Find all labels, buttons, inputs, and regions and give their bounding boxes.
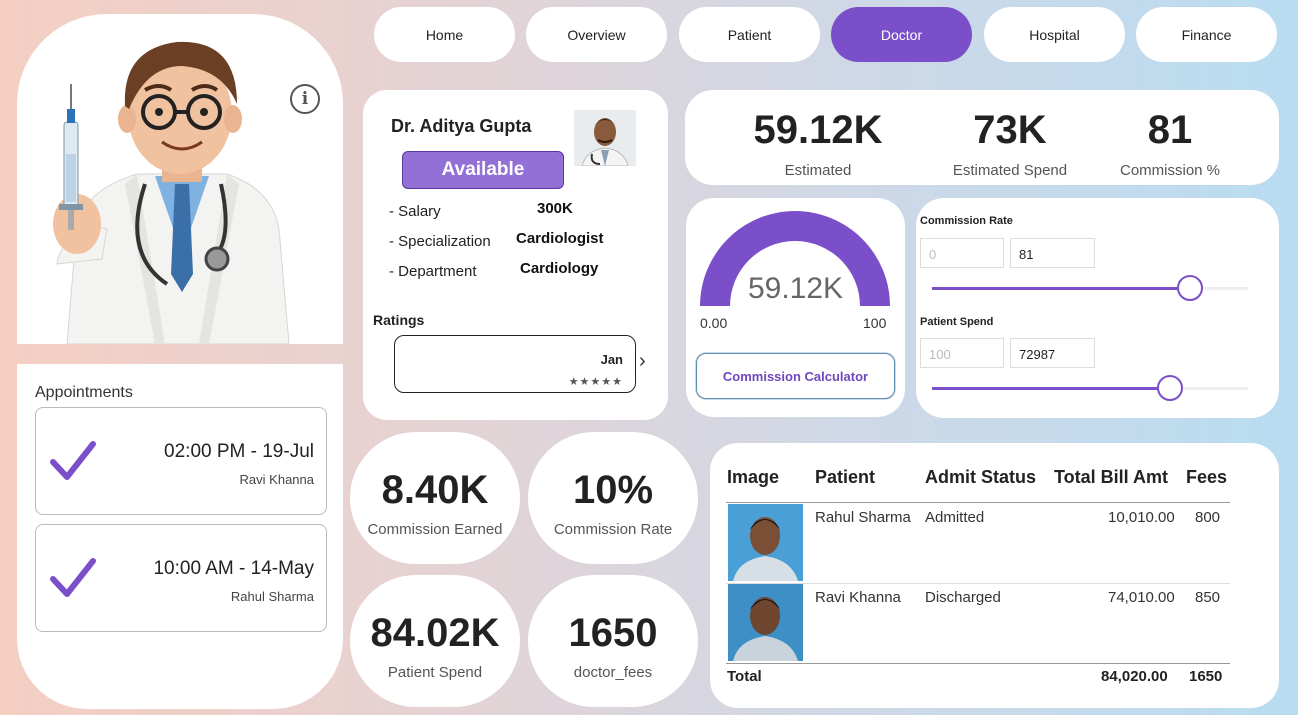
commission-calculator-button[interactable]: Commission Calculator — [696, 353, 895, 399]
gauge-value: 59.12K — [747, 272, 844, 305]
doctor-name: Dr. Aditya Gupta — [391, 116, 532, 136]
ratings-card: Jan ★★★★★ — [394, 335, 636, 393]
commission-rate-slider-fill — [932, 287, 1190, 290]
nav-home[interactable]: Home — [374, 7, 515, 62]
admit-status: Discharged — [925, 589, 1001, 606]
patient-photo — [728, 584, 803, 661]
column-header-patient[interactable]: Patient — [815, 467, 875, 488]
appointment-time: 02:00 PM - 19-Jul — [164, 441, 314, 462]
column-header-image[interactable]: Image — [727, 467, 779, 488]
department-label: - Department — [389, 263, 477, 280]
commission-percent-value: 81 — [1147, 108, 1193, 152]
total-label: Total — [727, 668, 762, 685]
doctor-photo — [574, 110, 636, 166]
total-fees-sum: 1650 — [1189, 668, 1223, 685]
nav-overview[interactable]: Overview — [526, 7, 667, 62]
patient-name: Rahul Sharma — [815, 509, 911, 526]
commission-gauge-card: 59.12K 0.00 100 Commission Calculator — [686, 198, 905, 417]
kpi-summary-card: 59.12K Estimated 73K Estimated Spend 81 … — [685, 90, 1279, 185]
commission-rate-title: Commission Rate — [920, 215, 1013, 227]
appointment-patient: Ravi Khanna — [239, 472, 314, 487]
patient-spend-value-field[interactable]: 72987 — [1010, 338, 1095, 368]
commission-percent-label: Commission % — [1119, 162, 1221, 179]
availability-button[interactable]: Available — [402, 151, 564, 189]
appointments-title: Appointments — [35, 384, 133, 401]
doctor-fees-kpi: 1650 doctor_fees — [528, 575, 698, 707]
total-bill: 74,010.00 — [1108, 589, 1175, 606]
commission-rate-value-field[interactable]: 81 — [1010, 238, 1095, 268]
estimated-label: Estimated — [784, 162, 852, 179]
doctor-illustration — [53, 41, 290, 344]
nav-finance[interactable]: Finance — [1136, 7, 1277, 62]
nav-patient[interactable]: Patient — [679, 7, 820, 62]
specialization-value: Cardiologist — [516, 230, 604, 247]
estimated-value: 59.12K — [753, 108, 883, 152]
ratings-label: Ratings — [373, 312, 425, 328]
commission-rate-value: 10% — [572, 468, 654, 512]
doctor-fees-label: doctor_fees — [573, 664, 653, 681]
appointment-patient: Rahul Sharma — [230, 589, 314, 604]
patient-spend-slider-handle[interactable] — [1157, 375, 1183, 401]
gauge-max: 100 — [863, 315, 887, 331]
total-bill-sum: 84,020.00 — [1101, 668, 1168, 685]
fees: 800 — [1195, 509, 1221, 526]
column-header-total-bill[interactable]: Total Bill Amt — [1054, 467, 1168, 488]
parameters-card: Commission Rate 0 81 Patient Spend 100 7… — [916, 198, 1279, 418]
column-header-fees[interactable]: Fees — [1186, 467, 1227, 488]
column-header-admit-status[interactable]: Admit Status — [925, 467, 1036, 488]
commission-rate-slider-handle[interactable] — [1177, 275, 1203, 301]
patient-spend-slider-fill — [932, 387, 1170, 390]
total-bill: 10,010.00 — [1108, 509, 1175, 526]
specialization-label: - Specialization — [389, 233, 491, 250]
commission-rate-kpi: 10% Commission Rate — [528, 432, 698, 564]
patient-spend-min-field[interactable]: 100 — [920, 338, 1004, 368]
nav-doctor[interactable]: Doctor — [831, 7, 972, 62]
patient-spend-value: 84.02K — [370, 611, 500, 655]
appointments-card: Appointments 02:00 PM - 19-Jul Ravi Khan… — [17, 364, 343, 709]
commission-rate-min-field[interactable]: 0 — [920, 238, 1004, 268]
header-divider — [726, 502, 1230, 503]
ratings-month: Jan — [600, 352, 623, 367]
patient-photo — [728, 504, 803, 581]
department-value: Cardiology — [520, 260, 599, 277]
patient-table-card: Image Patient Admit Status Total Bill Am… — [710, 443, 1279, 708]
commission-earned-kpi: 8.40K Commission Earned — [350, 432, 520, 564]
fees: 850 — [1195, 589, 1221, 606]
ratings-stars: ★★★★★ — [568, 376, 623, 388]
commission-rate-slider[interactable] — [932, 275, 1248, 301]
doctor-fees-value: 1650 — [568, 611, 658, 655]
patient-spend-title: Patient Spend — [920, 316, 994, 328]
commission-earned-value: 8.40K — [381, 468, 489, 512]
checkmark-icon — [50, 441, 96, 480]
appointment-item[interactable]: 10:00 AM - 14-May Rahul Sharma — [35, 524, 327, 632]
nav-hospital[interactable]: Hospital — [984, 7, 1125, 62]
patient-name: Ravi Khanna — [815, 589, 901, 606]
total-divider — [726, 663, 1230, 664]
chevron-right-icon[interactable]: › — [639, 350, 646, 373]
appointment-item[interactable]: 02:00 PM - 19-Jul Ravi Khanna — [35, 407, 327, 515]
salary-label: - Salary — [389, 203, 441, 220]
admit-status: Admitted — [925, 509, 985, 526]
checkmark-icon — [50, 558, 96, 597]
patient-spend-label: Patient Spend — [387, 664, 483, 681]
info-icon[interactable]: i — [290, 84, 320, 114]
doctor-info-card: Dr. Aditya Gupta Available - Salary 300K… — [363, 90, 668, 420]
patient-spend-kpi: 84.02K Patient Spend — [350, 575, 520, 707]
commission-earned-label: Commission Earned — [367, 521, 503, 538]
doctor-illustration-card: i — [17, 14, 343, 344]
gauge-min: 0.00 — [700, 315, 728, 331]
appointment-time: 10:00 AM - 14-May — [153, 558, 314, 579]
salary-value: 300K — [537, 200, 573, 217]
commission-rate-label: Commission Rate — [553, 521, 673, 538]
patient-spend-slider[interactable] — [932, 375, 1248, 401]
